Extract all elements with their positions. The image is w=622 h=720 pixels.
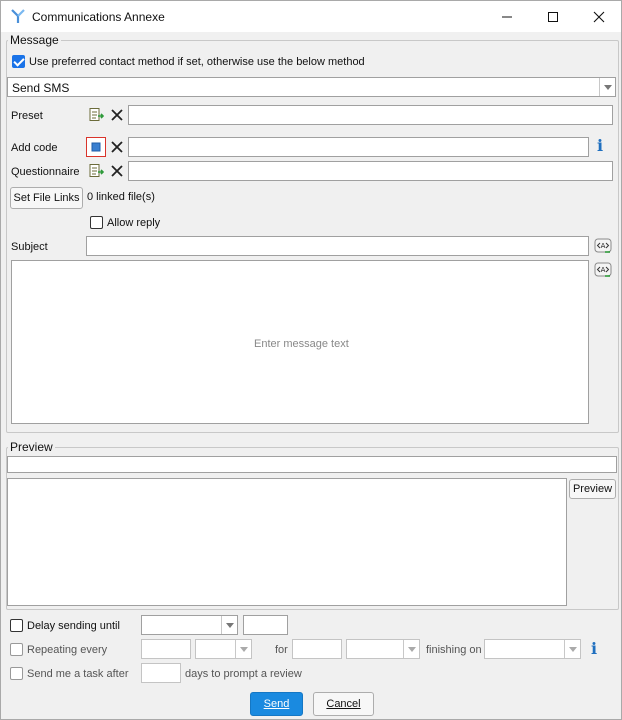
- subject-insert-field-button[interactable]: A: [593, 236, 613, 256]
- send-button[interactable]: Send: [250, 692, 303, 716]
- insert-field-icon: A: [594, 262, 612, 277]
- subject-field[interactable]: [86, 236, 589, 256]
- preset-pick-button[interactable]: [86, 105, 106, 125]
- finishing-on-label: finishing on: [426, 644, 482, 656]
- repeating-label: Repeating every: [27, 644, 108, 656]
- dropdown-arrow-icon: [235, 640, 251, 658]
- add-code-button[interactable]: [86, 137, 106, 157]
- clear-x-icon: [111, 109, 123, 121]
- repeat-unit-select[interactable]: [195, 639, 252, 659]
- message-placeholder: Enter message text: [254, 338, 349, 350]
- subject-label: Subject: [11, 241, 48, 253]
- finishing-date-select[interactable]: [484, 639, 581, 659]
- add-code-icon: [91, 142, 101, 152]
- add-code-field[interactable]: [128, 137, 589, 157]
- preview-legend: Preview: [8, 440, 55, 454]
- preset-field[interactable]: [128, 105, 613, 125]
- add-code-clear-button[interactable]: [107, 137, 127, 157]
- send-button-label: Send: [263, 698, 290, 710]
- clear-x-icon: [111, 165, 123, 177]
- questionnaire-label: Questionnaire: [11, 166, 80, 178]
- dropdown-arrow-icon: [599, 78, 615, 96]
- svg-text:A: A: [601, 266, 606, 274]
- maximize-button[interactable]: [530, 1, 576, 32]
- info-icon[interactable]: i: [591, 639, 597, 658]
- message-body-textarea[interactable]: Enter message text: [11, 260, 589, 424]
- repeat-count-unit-select[interactable]: [346, 639, 420, 659]
- body-insert-field-button[interactable]: A: [593, 260, 613, 280]
- send-task-checkbox[interactable]: [10, 667, 23, 680]
- minimize-button[interactable]: [484, 1, 530, 32]
- task-days-field[interactable]: [141, 663, 181, 683]
- set-file-links-button[interactable]: Set File Links: [10, 187, 83, 209]
- cancel-button[interactable]: Cancel: [313, 692, 374, 716]
- title-bar: Communications Annexe: [1, 1, 621, 32]
- close-icon: [593, 11, 605, 22]
- preview-subject-field: [7, 456, 617, 473]
- add-code-label: Add code: [11, 142, 58, 154]
- communications-annexe-window: Communications Annexe Message Use prefer…: [0, 0, 622, 720]
- use-preferred-label: Use preferred contact method if set, oth…: [29, 56, 365, 68]
- info-icon[interactable]: i: [597, 136, 603, 155]
- minimize-icon: [502, 16, 512, 17]
- allow-reply-checkbox[interactable]: [90, 216, 103, 229]
- send-method-value: Send SMS: [12, 81, 70, 95]
- preset-clear-button[interactable]: [107, 105, 127, 125]
- repeat-interval-field[interactable]: [141, 639, 191, 659]
- allow-reply-label: Allow reply: [107, 217, 161, 229]
- pick-list-icon: [89, 108, 104, 121]
- message-legend: Message: [8, 33, 61, 47]
- delay-time-field[interactable]: [243, 615, 288, 635]
- preset-label: Preset: [11, 110, 43, 122]
- questionnaire-clear-button[interactable]: [107, 161, 127, 181]
- dropdown-arrow-icon: [221, 616, 237, 634]
- for-label: for: [275, 644, 288, 656]
- send-task-label: Send me a task after: [27, 668, 129, 680]
- clear-x-icon: [111, 141, 123, 153]
- insert-field-icon: A: [594, 238, 612, 253]
- days-review-label: days to prompt a review: [185, 668, 302, 680]
- app-logo-icon: [11, 9, 25, 23]
- linked-files-count: 0 linked file(s): [87, 191, 155, 203]
- use-preferred-checkbox[interactable]: [12, 55, 25, 68]
- window-title: Communications Annexe: [32, 10, 165, 24]
- svg-text:A: A: [601, 242, 606, 250]
- delay-date-select[interactable]: [141, 615, 238, 635]
- repeating-checkbox[interactable]: [10, 643, 23, 656]
- delay-sending-checkbox[interactable]: [10, 619, 23, 632]
- close-window-button[interactable]: [576, 1, 622, 32]
- dropdown-arrow-icon: [403, 640, 419, 658]
- preview-body: [7, 478, 567, 606]
- maximize-icon: [548, 11, 558, 22]
- cancel-button-label: Cancel: [326, 698, 361, 710]
- delay-sending-label: Delay sending until: [27, 620, 120, 632]
- repeat-count-field[interactable]: [292, 639, 342, 659]
- dropdown-arrow-icon: [564, 640, 580, 658]
- pick-list-icon: [89, 164, 104, 177]
- preview-button[interactable]: Preview: [569, 479, 616, 499]
- questionnaire-field[interactable]: [128, 161, 613, 181]
- questionnaire-pick-button[interactable]: [86, 161, 106, 181]
- send-method-select[interactable]: Send SMS: [7, 77, 616, 97]
